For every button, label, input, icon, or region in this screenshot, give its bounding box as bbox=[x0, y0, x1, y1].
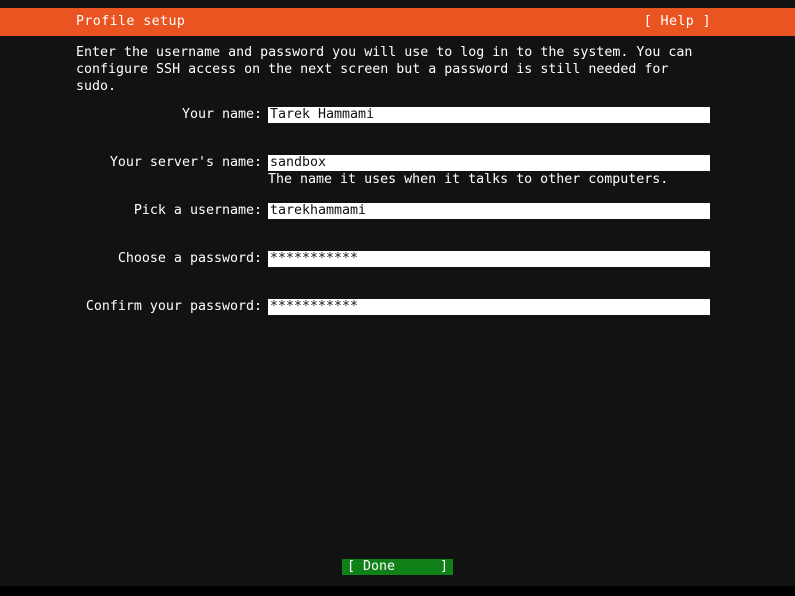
label-your-name: Your name: bbox=[181, 107, 262, 122]
done-button-bracket: ] bbox=[439, 559, 448, 574]
label-confirm-password: Confirm your password: bbox=[85, 299, 262, 314]
field-row-your-name: Your name: Tarek Hammami bbox=[0, 107, 795, 123]
field-row-confirm-password: Confirm your password: *********** bbox=[0, 299, 795, 315]
done-button[interactable]: [ Done ] bbox=[342, 559, 453, 575]
label-password: Choose a password: bbox=[117, 251, 262, 266]
intro-text: Enter the username and password you will… bbox=[76, 45, 693, 95]
footer-actions: [ Done ] bbox=[0, 559, 795, 575]
field-row-username: Pick a username: tarekhammami bbox=[0, 203, 795, 219]
help-text-server-name: The name it uses when it talks to other … bbox=[268, 172, 669, 187]
page-title: Profile setup bbox=[76, 14, 186, 29]
installer-screen: Profile setup [ Help ] Enter the usernam… bbox=[0, 0, 795, 596]
bottom-strip bbox=[0, 586, 795, 596]
input-your-name[interactable]: Tarek Hammami bbox=[268, 107, 710, 123]
help-button[interactable]: [ Help ] bbox=[644, 14, 711, 30]
done-button-label: [ Done bbox=[347, 559, 396, 574]
input-username[interactable]: tarekhammami bbox=[268, 203, 710, 219]
field-row-password: Choose a password: *********** bbox=[0, 251, 795, 267]
input-password[interactable]: *********** bbox=[268, 251, 710, 267]
field-row-server-name: Your server's name: sandbox The name it … bbox=[0, 155, 795, 187]
input-confirm-password[interactable]: *********** bbox=[268, 299, 710, 315]
label-username: Pick a username: bbox=[133, 203, 262, 218]
input-server-name[interactable]: sandbox bbox=[268, 155, 710, 171]
title-bar: Profile setup [ Help ] bbox=[0, 8, 795, 36]
label-server-name: Your server's name: bbox=[109, 155, 262, 170]
